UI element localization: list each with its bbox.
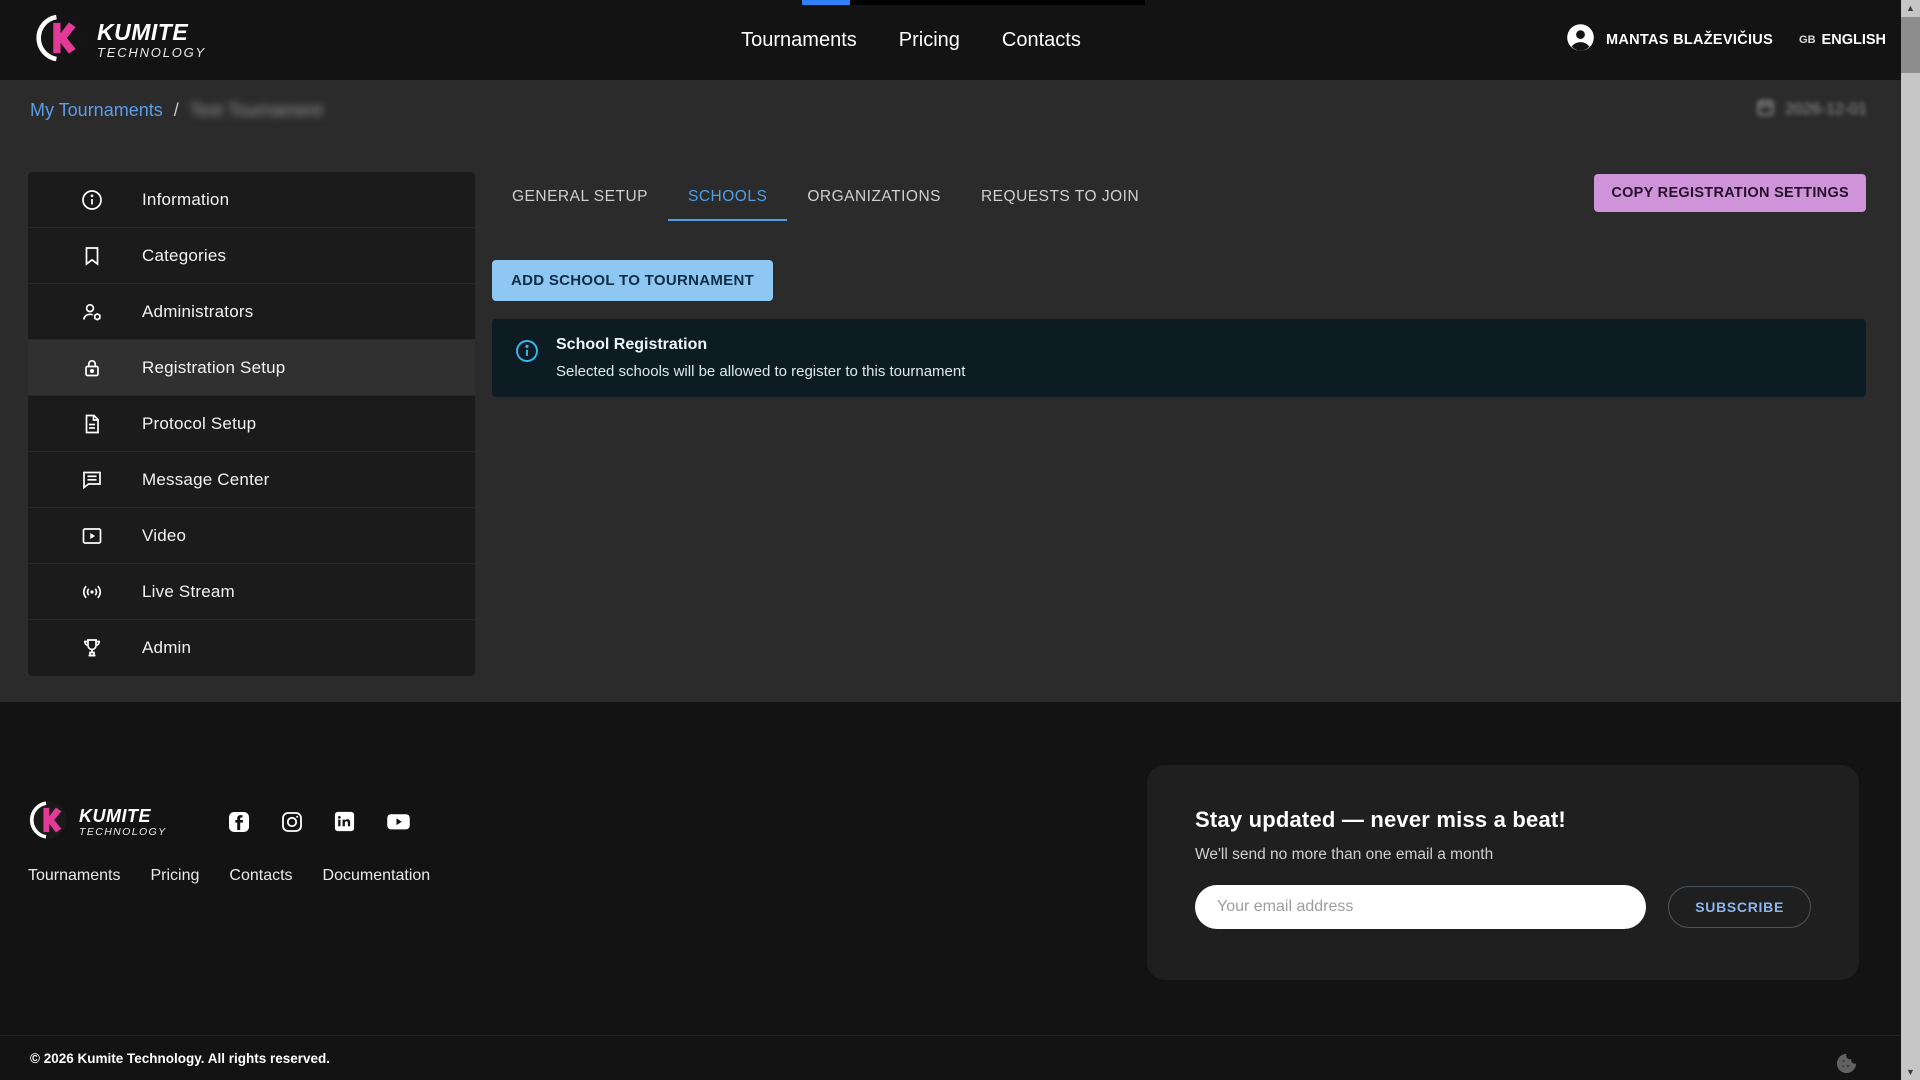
footer-nav: Tournaments Pricing Contacts Documentati… (28, 867, 430, 885)
tournament-date-redacted: 2026-12-01 (1785, 101, 1867, 119)
newsletter-form: SUBSCRIBE (1195, 885, 1811, 929)
scroll-down-arrow[interactable]: ▼ (1901, 1064, 1920, 1080)
brand-name: KUMITE (97, 20, 206, 44)
topbar-right: MANTAS BLAŽEVIČIUS GB ENGLISH (1566, 23, 1886, 57)
top-strip-blue-segment (802, 0, 850, 5)
footer-bottom-bar: © 2026 Kumite Technology. All rights res… (0, 1035, 1920, 1080)
breadcrumb-separator: / (174, 100, 179, 121)
sidebar-item-live-stream[interactable]: Live Stream (28, 564, 475, 620)
sidebar-item-information[interactable]: Information (28, 172, 475, 228)
footer-link-contacts[interactable]: Contacts (229, 867, 292, 885)
sidebar-item-message-center[interactable]: Message Center (28, 452, 475, 508)
brand-subtitle: TECHNOLOGY (97, 45, 206, 60)
sidebar-item-registration-setup[interactable]: Registration Setup (28, 340, 475, 396)
language-label: ENGLISH (1822, 32, 1886, 48)
user-name: MANTAS BLAŽEVIČIUS (1606, 32, 1773, 48)
footer-link-tournaments[interactable]: Tournaments (28, 867, 121, 885)
footer-brand-subtitle: TECHNOLOGY (79, 826, 167, 838)
alert-body: Selected schools will be allowed to regi… (556, 363, 965, 380)
tab-general-setup[interactable]: GENERAL SETUP (492, 172, 668, 221)
info-icon (514, 338, 540, 369)
sidebar-item-protocol-setup[interactable]: Protocol Setup (28, 396, 475, 452)
bookmark-icon (80, 244, 104, 268)
footer: KUMITE TECHNOLOGY Tournaments Pricing Co… (0, 702, 1920, 1080)
manage-accounts-icon (80, 300, 104, 324)
nav-tournaments[interactable]: Tournaments (741, 29, 857, 52)
main-nav: Tournaments Pricing Contacts (741, 0, 1081, 80)
sidebar-item-categories[interactable]: Categories (28, 228, 475, 284)
social-links (227, 808, 412, 835)
newsletter-title: Stay updated — never miss a beat! (1195, 807, 1811, 833)
kumite-logo-icon (34, 13, 84, 68)
brand-logo[interactable]: KUMITE TECHNOLOGY (34, 13, 206, 68)
registration-setup-panel: GENERAL SETUP SCHOOLS ORGANIZATIONS REQU… (492, 172, 1866, 676)
nav-pricing[interactable]: Pricing (899, 29, 960, 52)
alert-text: School Registration Selected schools wil… (556, 336, 965, 380)
scroll-up-arrow[interactable]: ▲ (1901, 0, 1920, 16)
tab-organizations[interactable]: ORGANIZATIONS (787, 172, 961, 221)
footer-link-pricing[interactable]: Pricing (151, 867, 200, 885)
nav-contacts[interactable]: Contacts (1002, 29, 1081, 52)
sidebar-item-label: Live Stream (142, 582, 235, 602)
copy-registration-settings-button[interactable]: COPY REGISTRATION SETTINGS (1594, 174, 1866, 212)
breadcrumb: My Tournaments / Test Tournament (30, 100, 323, 121)
breadcrumb-my-tournaments[interactable]: My Tournaments (30, 100, 163, 121)
newsletter-card: Stay updated — never miss a beat! We'll … (1147, 765, 1859, 980)
user-menu[interactable]: MANTAS BLAŽEVIČIUS (1566, 23, 1773, 57)
sidebar-item-admin[interactable]: Admin (28, 620, 475, 676)
top-strip (802, 0, 1145, 5)
breadcrumb-current-tournament-redacted: Test Tournament (190, 100, 323, 121)
video-icon (80, 524, 104, 548)
footer-link-documentation[interactable]: Documentation (323, 867, 431, 885)
document-icon (80, 412, 104, 436)
scrollbar-thumb[interactable] (1901, 17, 1920, 73)
tournament-date-badge: 2026-12-01 (1755, 97, 1867, 123)
cookie-icon[interactable] (1835, 1052, 1858, 1080)
sidebar-item-label: Video (142, 526, 186, 546)
message-icon (80, 468, 104, 492)
info-icon (80, 188, 104, 212)
brand-text: KUMITE TECHNOLOGY (97, 20, 206, 60)
content-layout: Information Categories Administrators Re… (28, 172, 1866, 676)
add-school-to-tournament-button[interactable]: ADD SCHOOL TO TOURNAMENT (492, 260, 773, 301)
sidebar-item-label: Message Center (142, 470, 270, 490)
sidebar-item-video[interactable]: Video (28, 508, 475, 564)
tab-requests-to-join[interactable]: REQUESTS TO JOIN (961, 172, 1159, 221)
language-flag: GB (1799, 34, 1816, 46)
facebook-icon[interactable] (227, 810, 251, 834)
avatar-icon (1566, 23, 1595, 57)
top-navbar: KUMITE TECHNOLOGY Tournaments Pricing Co… (0, 0, 1920, 80)
scrollbar-track[interactable]: ▲ ▼ (1901, 0, 1920, 1080)
newsletter-subtitle: We'll send no more than one email a mont… (1195, 846, 1811, 864)
lock-icon (80, 356, 104, 380)
alert-title: School Registration (556, 336, 965, 354)
tab-schools[interactable]: SCHOOLS (668, 172, 787, 221)
tournament-sidebar: Information Categories Administrators Re… (28, 172, 475, 676)
linkedin-icon[interactable] (333, 810, 356, 833)
sidebar-item-label: Admin (142, 638, 191, 658)
footer-brand-text: KUMITE TECHNOLOGY (79, 807, 167, 839)
instagram-icon[interactable] (280, 810, 304, 834)
sidebar-item-label: Protocol Setup (142, 414, 256, 434)
subscribe-button[interactable]: SUBSCRIBE (1668, 886, 1811, 928)
sidebar-item-administrators[interactable]: Administrators (28, 284, 475, 340)
sidebar-item-label: Categories (142, 246, 226, 266)
footer-brand-logo[interactable]: KUMITE TECHNOLOGY (28, 800, 167, 845)
footer-brand-name: KUMITE (79, 807, 167, 826)
school-registration-alert: School Registration Selected schools wil… (492, 319, 1866, 397)
language-selector[interactable]: GB ENGLISH (1799, 32, 1886, 48)
broadcast-icon (80, 580, 104, 604)
email-input[interactable] (1195, 885, 1646, 929)
sidebar-item-label: Information (142, 190, 229, 210)
kumite-logo-icon (28, 800, 68, 845)
youtube-icon[interactable] (385, 808, 412, 835)
sidebar-item-label: Registration Setup (142, 358, 285, 378)
copyright-text: © 2026 Kumite Technology. All rights res… (30, 1051, 330, 1066)
calendar-icon (1755, 97, 1776, 123)
trophy-icon (80, 636, 104, 660)
sidebar-item-label: Administrators (142, 302, 253, 322)
